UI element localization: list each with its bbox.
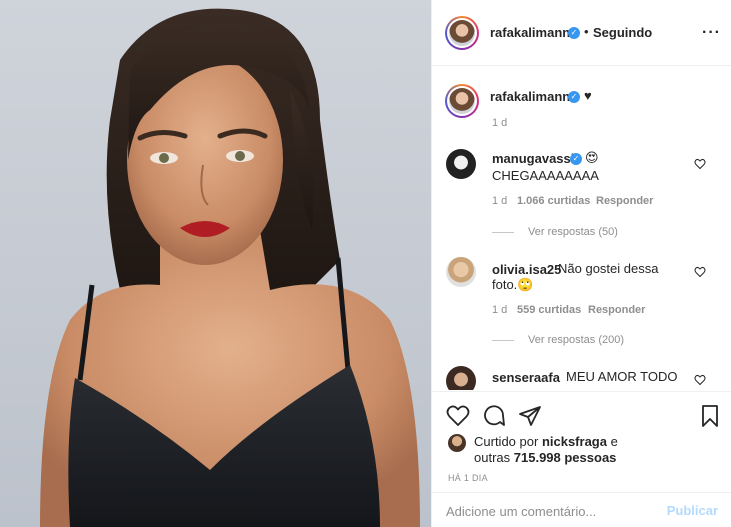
comment-username[interactable]: olivia.isa25 <box>492 262 561 277</box>
save-bookmark-icon[interactable] <box>698 404 722 428</box>
comment-emoji: 😍 <box>585 150 599 165</box>
caption-text: ♥ <box>584 88 592 103</box>
comment-avatar[interactable] <box>446 149 476 179</box>
verified-badge-icon: ✓ <box>570 153 582 165</box>
comment-username[interactable]: senseraafa <box>492 370 560 385</box>
reply-button[interactable]: Responder <box>588 304 645 316</box>
portrait-image <box>40 8 420 527</box>
comments-list[interactable]: rafakalimann ✓ ♥ 1 d manugavassi ✓ 😍 CHE… <box>432 67 731 390</box>
share-send-icon[interactable] <box>518 404 542 428</box>
liked-by-text: Curtido por nicksfraga e <box>474 434 618 450</box>
comment-text-line2: foto.🙄 <box>492 277 534 292</box>
liked-by-text-line2: outras 715.998 pessoas <box>474 450 616 466</box>
comment-bubble-icon[interactable] <box>482 404 506 428</box>
comment-input[interactable] <box>446 502 656 520</box>
liked-by-suffix: e <box>610 434 618 449</box>
more-options-icon[interactable]: ··· <box>702 24 721 42</box>
publish-button[interactable]: Publicar <box>667 503 718 518</box>
comment-avatar[interactable] <box>446 366 476 390</box>
liked-by-user[interactable]: nicksfraga <box>542 434 607 449</box>
view-replies-link[interactable]: Ver respostas (50) <box>528 226 618 238</box>
following-button[interactable]: Seguindo <box>593 25 652 40</box>
view-replies-link[interactable]: Ver respostas (200) <box>528 334 624 346</box>
comment-like-heart-icon[interactable] <box>694 266 706 278</box>
author-avatar[interactable] <box>445 16 479 50</box>
author-username[interactable]: rafakalimann <box>490 25 570 40</box>
comment-text: MEU AMOR TODO <box>566 369 678 384</box>
comment-like-heart-icon[interactable] <box>694 374 706 386</box>
comment-likes[interactable]: 559 curtidas <box>517 304 581 316</box>
like-heart-icon[interactable] <box>446 404 470 428</box>
caption-username[interactable]: rafakalimann <box>490 89 570 104</box>
verified-badge-icon: ✓ <box>568 91 580 103</box>
liked-by-avatar[interactable] <box>448 434 466 452</box>
post-date[interactable]: HÁ 1 DIA <box>448 473 488 483</box>
comment-likes[interactable]: 1.066 curtidas <box>517 195 590 207</box>
comment-text: CHEGAAAAAAAA <box>492 168 599 183</box>
caption-time[interactable]: 1 d <box>492 117 507 129</box>
comment-avatar[interactable] <box>446 257 476 287</box>
post-photo[interactable] <box>0 0 431 527</box>
post-panel: rafakalimann ✓ • Seguindo ··· rafakalima… <box>431 0 731 527</box>
comment-username[interactable]: manugavassi <box>492 151 574 166</box>
comment-time[interactable]: 1 d <box>492 304 507 316</box>
replies-divider <box>492 232 514 233</box>
separator-dot: • <box>584 24 589 39</box>
post-header: rafakalimann ✓ • Seguindo ··· <box>432 0 731 66</box>
comment-text: Não gostei dessa <box>558 261 659 276</box>
likes-count[interactable]: 715.998 pessoas <box>514 450 617 465</box>
comment-like-heart-icon[interactable] <box>694 158 706 170</box>
comment-time[interactable]: 1 d <box>492 195 507 207</box>
liked-by-prefix: Curtido por <box>474 434 539 449</box>
post-actions: Curtido por nicksfraga e outras 715.998 … <box>432 391 731 527</box>
caption-avatar[interactable] <box>445 84 479 118</box>
verified-badge-icon: ✓ <box>568 27 580 39</box>
replies-divider <box>492 340 514 341</box>
liked-by-others-prefix: outras <box>474 450 511 465</box>
reply-button[interactable]: Responder <box>596 195 653 207</box>
add-comment-bar: Publicar <box>432 492 731 527</box>
